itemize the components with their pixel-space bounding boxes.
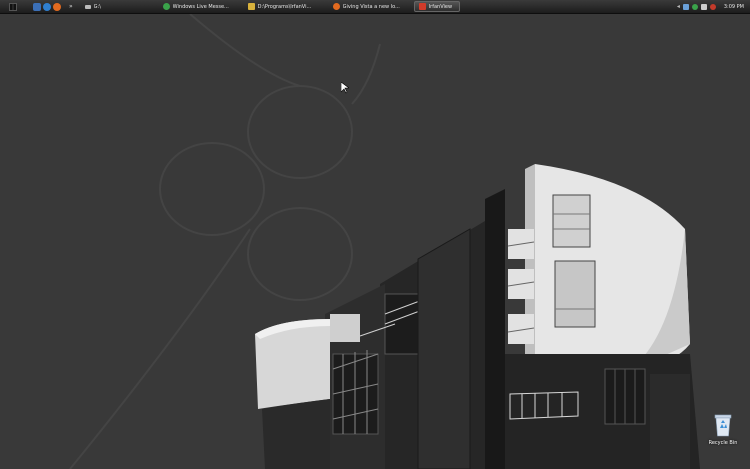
- task-irfanview-label: IrfanView: [428, 3, 453, 10]
- quick-launch: »: [33, 2, 73, 11]
- task-drive[interactable]: G:\: [81, 1, 157, 12]
- task-irfanview[interactable]: IrfanView: [413, 1, 460, 12]
- folder-icon: [247, 3, 255, 10]
- task-firefox[interactable]: Giving Vista a new lo...: [329, 1, 412, 12]
- quick-launch-overflow[interactable]: »: [69, 3, 73, 10]
- task-messenger[interactable]: Windows Live Messe...: [159, 1, 242, 12]
- recycle-bin-label: Recycle Bin: [708, 440, 738, 446]
- clock[interactable]: 3:09 PM: [724, 4, 744, 10]
- drive-icon: [84, 4, 91, 9]
- messenger-icon: [162, 3, 170, 10]
- task-drive-label: G:\: [93, 3, 101, 10]
- task-firefox-label: Giving Vista a new lo...: [342, 3, 400, 10]
- firefox-icon: [332, 3, 340, 10]
- show-desktop-icon[interactable]: [33, 2, 41, 11]
- windows-logo-icon: [8, 2, 17, 11]
- firefox-icon[interactable]: [53, 2, 61, 11]
- irfanview-icon: [418, 3, 426, 10]
- task-explorer-folder-label: D:\Programs\IrfanVi...: [257, 3, 312, 10]
- security-icon[interactable]: [709, 3, 716, 10]
- task-messenger-label: Windows Live Messe...: [172, 3, 229, 10]
- taskbar: » G:\ Windows Live Messe... D:\Programs\…: [0, 0, 750, 14]
- internet-explorer-icon[interactable]: [43, 2, 51, 11]
- messenger-tray-icon[interactable]: [691, 3, 698, 10]
- recycle-bin-icon: [714, 414, 732, 437]
- start-button[interactable]: [6, 0, 19, 13]
- recycle-bin[interactable]: Recycle Bin: [703, 412, 743, 452]
- chevron-left-icon[interactable]: ◂: [677, 3, 680, 10]
- mouse-cursor-icon: [341, 82, 349, 94]
- system-tray: ◂ 3:09 PM: [677, 0, 750, 13]
- network-icon[interactable]: [682, 3, 689, 10]
- volume-icon[interactable]: [700, 3, 707, 10]
- desktop-wallpaper: [0, 14, 750, 469]
- task-explorer-folder[interactable]: D:\Programs\IrfanVi...: [244, 1, 327, 12]
- task-list: G:\ Windows Live Messe... D:\Programs\Ir…: [81, 1, 462, 12]
